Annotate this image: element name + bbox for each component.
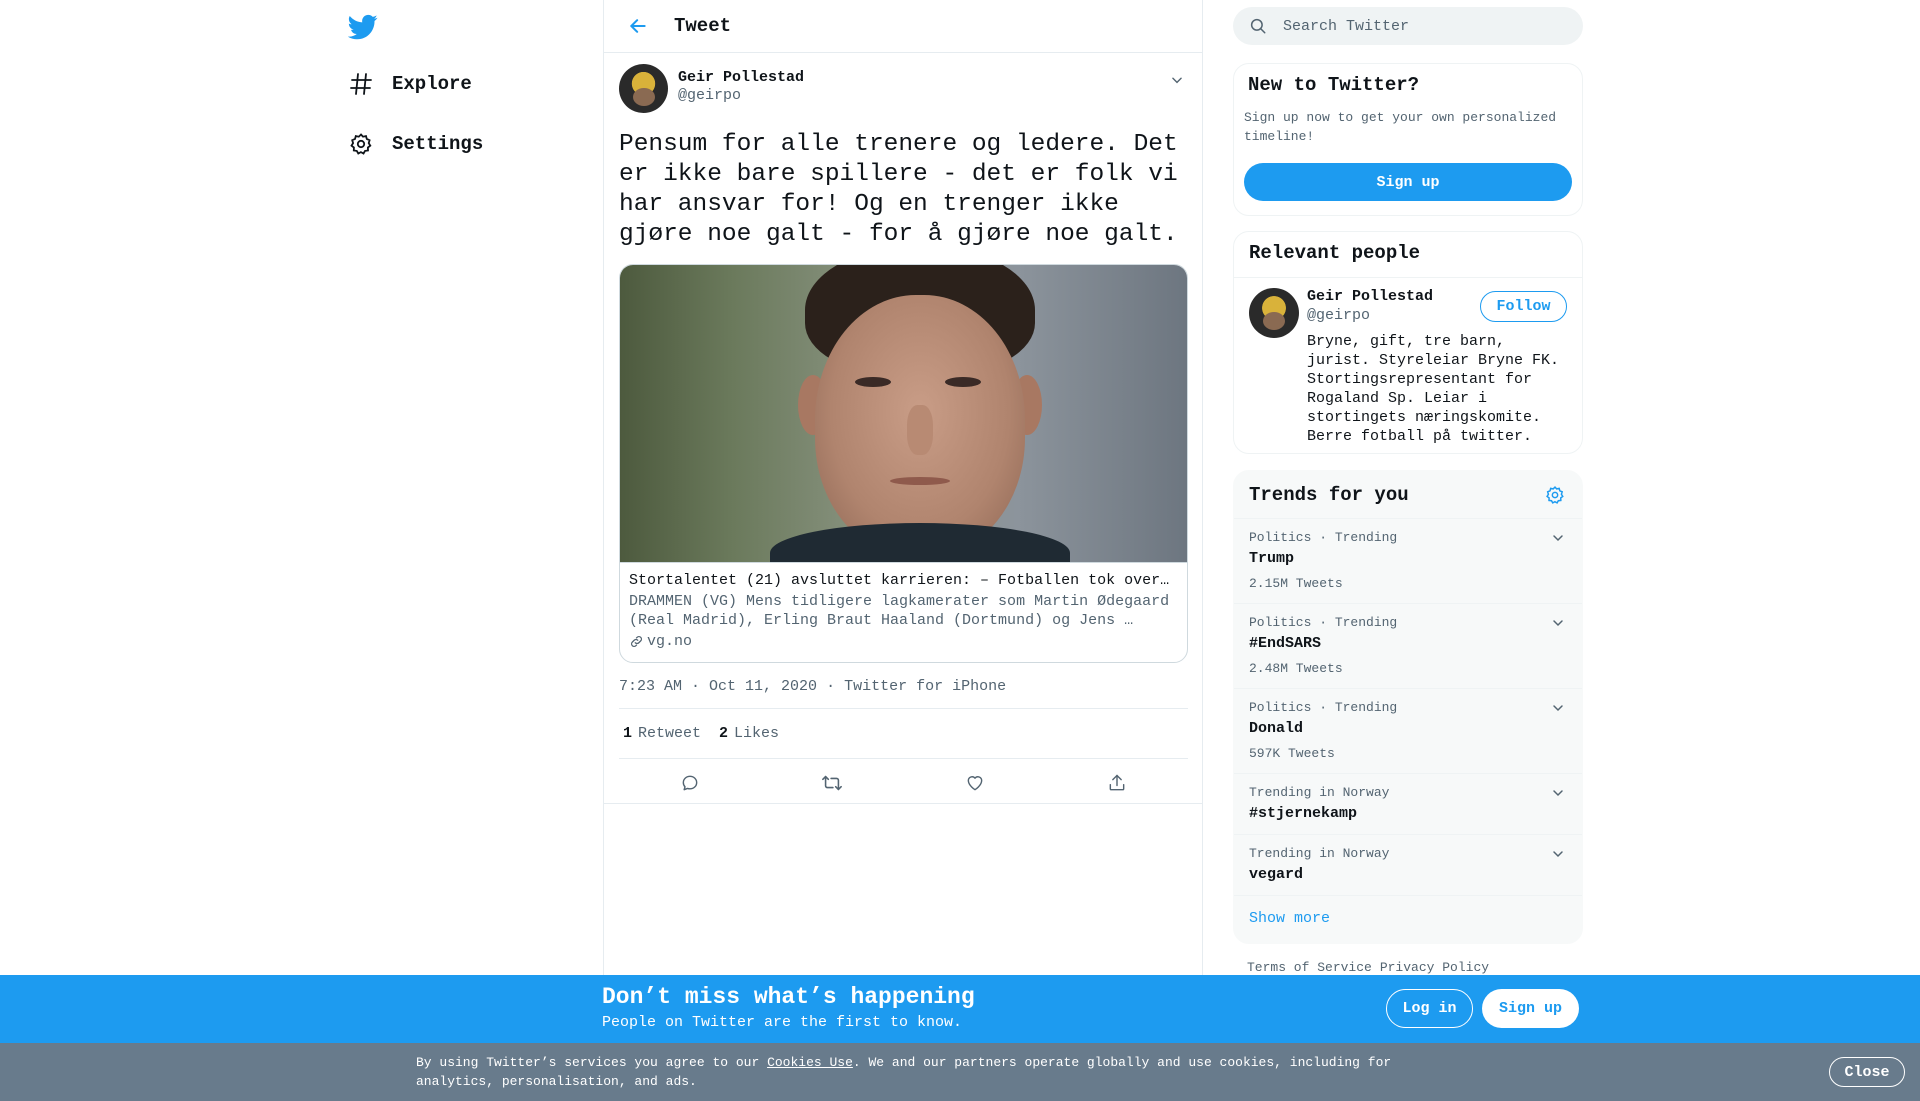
trends-title: Trends for you — [1249, 483, 1409, 506]
search-placeholder: Search Twitter — [1283, 17, 1410, 35]
tweet-stats: 1 Retweet 2 Likes — [619, 709, 1188, 759]
tweet: Geir Pollestad @geirpo Pensum for alle t… — [604, 53, 1202, 807]
cookie-close-button[interactable]: Close — [1829, 1057, 1905, 1087]
nav-settings-label: Settings — [392, 133, 484, 155]
tweet-actions — [619, 759, 1188, 807]
terms-link[interactable]: Terms of Service — [1247, 960, 1372, 975]
search-icon — [1249, 16, 1269, 36]
banner-subtitle: People on Twitter are the first to know. — [602, 1014, 963, 1031]
retweet-stat[interactable]: 1 Retweet — [623, 725, 701, 742]
cookies-use-link[interactable]: Cookies Use — [767, 1055, 853, 1070]
trends-settings-gear-icon[interactable] — [1543, 483, 1567, 507]
trends-box: Trends for you Politics · Trending Trump… — [1233, 470, 1583, 944]
banner-title: Don’t miss what’s happening — [602, 984, 975, 1010]
nav-settings[interactable]: Settings — [348, 124, 483, 164]
retweet-count: 1 — [623, 725, 633, 742]
cookie-text: By using Twitter’s services you agree to… — [416, 1053, 1406, 1091]
footer-links: Terms of Service Privacy Policy — [1247, 960, 1497, 975]
card-image — [620, 265, 1187, 562]
trend-meta: Trending in Norway — [1249, 846, 1390, 861]
like-stat[interactable]: 2 Likes — [719, 725, 779, 742]
trend-name: vegard — [1249, 866, 1304, 883]
show-more-link[interactable]: Show more — [1234, 896, 1582, 941]
tweet-text: Pensum for alle trenere og ledere. Det e… — [619, 131, 1178, 248]
follow-button[interactable]: Follow — [1480, 291, 1567, 322]
trend-meta: Trending in Norway — [1249, 785, 1390, 800]
chevron-down-icon[interactable] — [1549, 699, 1567, 717]
hashtag-icon — [348, 71, 374, 97]
like-heart-icon[interactable] — [957, 765, 993, 801]
back-button[interactable] — [620, 8, 656, 44]
author-handle[interactable]: @geirpo — [678, 87, 804, 105]
tweet-author: Geir Pollestad @geirpo — [619, 64, 1187, 114]
log-in-button[interactable]: Log in — [1386, 989, 1473, 1028]
trend-item[interactable]: Trending in Norway #stjernekamp — [1234, 774, 1582, 835]
divider — [604, 803, 1202, 804]
cookie-text-before: By using Twitter’s services you agree to… — [416, 1055, 768, 1070]
trend-meta: Politics · Trending — [1249, 615, 1398, 630]
trend-name: #EndSARS — [1249, 635, 1322, 652]
chevron-down-icon[interactable] — [1549, 784, 1567, 802]
nav-explore-label: Explore — [392, 73, 472, 95]
relevant-people-box: Relevant people Geir Pollestad @geirpo B… — [1233, 231, 1583, 454]
tweet-header: Tweet — [604, 0, 1202, 53]
tweet-meta: 7:23 AM · Oct 11, 2020 · Twitter for iPh… — [619, 677, 1188, 709]
tweet-source[interactable]: Twitter for iPhone — [844, 678, 1006, 695]
reply-icon[interactable] — [672, 765, 708, 801]
relevant-person: Geir Pollestad @geirpo Bryne, gift, tre … — [1234, 278, 1582, 456]
twitter-bird-icon[interactable] — [347, 12, 378, 42]
retweet-label: Retweet — [638, 725, 702, 742]
gear-icon — [348, 131, 374, 157]
card-domain: vg.no — [629, 632, 1178, 651]
trend-count: 597K Tweets — [1249, 746, 1335, 761]
cookie-banner: By using Twitter’s services you agree to… — [0, 1043, 1920, 1101]
like-label: Likes — [734, 725, 780, 742]
chevron-down-icon[interactable] — [1549, 845, 1567, 863]
trend-count: 2.48M Tweets — [1249, 661, 1343, 676]
main-column: Tweet Geir Pollestad @geirpo Pensum for … — [603, 0, 1203, 1101]
trend-name: Donald — [1249, 720, 1304, 737]
privacy-link[interactable]: Privacy Policy — [1380, 960, 1489, 975]
retweet-icon[interactable] — [814, 765, 850, 801]
author-name[interactable]: Geir Pollestad — [678, 69, 804, 87]
trend-item[interactable]: Trending in Norway vegard — [1234, 835, 1582, 896]
new-to-twitter-box: New to Twitter? Sign up now to get your … — [1233, 63, 1583, 216]
new-to-twitter-title: New to Twitter? — [1248, 74, 1420, 96]
card-domain-label: vg.no — [647, 633, 693, 650]
trend-meta: Politics · Trending — [1249, 530, 1398, 545]
signup-banner: Don’t miss what’s happening People on Tw… — [0, 975, 1920, 1043]
chevron-down-icon[interactable] — [1549, 614, 1567, 632]
link-icon — [629, 634, 645, 650]
tweet-menu-chevron-down-icon[interactable] — [1167, 70, 1187, 90]
nav-explore[interactable]: Explore — [348, 64, 472, 104]
meta-separator: · — [826, 678, 836, 695]
person-bio: Bryne, gift, tre barn, jurist. Styreleia… — [1307, 333, 1560, 445]
tweet-timestamp[interactable]: 7:23 AM · Oct 11, 2020 — [619, 678, 817, 695]
search-input[interactable]: Search Twitter — [1233, 7, 1583, 45]
avatar[interactable] — [1249, 288, 1299, 338]
chevron-down-icon[interactable] — [1549, 529, 1567, 547]
trend-name: Trump — [1249, 550, 1295, 567]
banner-sign-up-button[interactable]: Sign up — [1482, 989, 1579, 1028]
trend-item[interactable]: Politics · Trending Donald 597K Tweets — [1234, 689, 1582, 774]
trend-count: 2.15M Tweets — [1249, 576, 1343, 591]
share-icon[interactable] — [1099, 765, 1135, 801]
avatar[interactable] — [619, 64, 668, 113]
sign-up-button[interactable]: Sign up — [1244, 163, 1572, 201]
trend-item[interactable]: Politics · Trending Trump 2.15M Tweets — [1234, 519, 1582, 604]
like-count: 2 — [719, 725, 729, 742]
relevant-people-title: Relevant people — [1234, 232, 1582, 278]
back-arrow-icon — [630, 19, 646, 33]
trend-meta: Politics · Trending — [1249, 700, 1398, 715]
link-card[interactable]: Stortalentet (21) avsluttet karrieren: –… — [619, 264, 1188, 663]
card-description: DRAMMEN (VG) Mens tidligere lagkamerater… — [629, 593, 1170, 629]
new-to-twitter-subtitle: Sign up now to get your own personalized… — [1244, 110, 1557, 144]
trend-item[interactable]: Politics · Trending #EndSARS 2.48M Tweet… — [1234, 604, 1582, 689]
trend-name: #stjernekamp — [1249, 805, 1358, 822]
card-title: Stortalentet (21) avsluttet karrieren: –… — [629, 572, 1178, 589]
page-title: Tweet — [674, 15, 732, 37]
